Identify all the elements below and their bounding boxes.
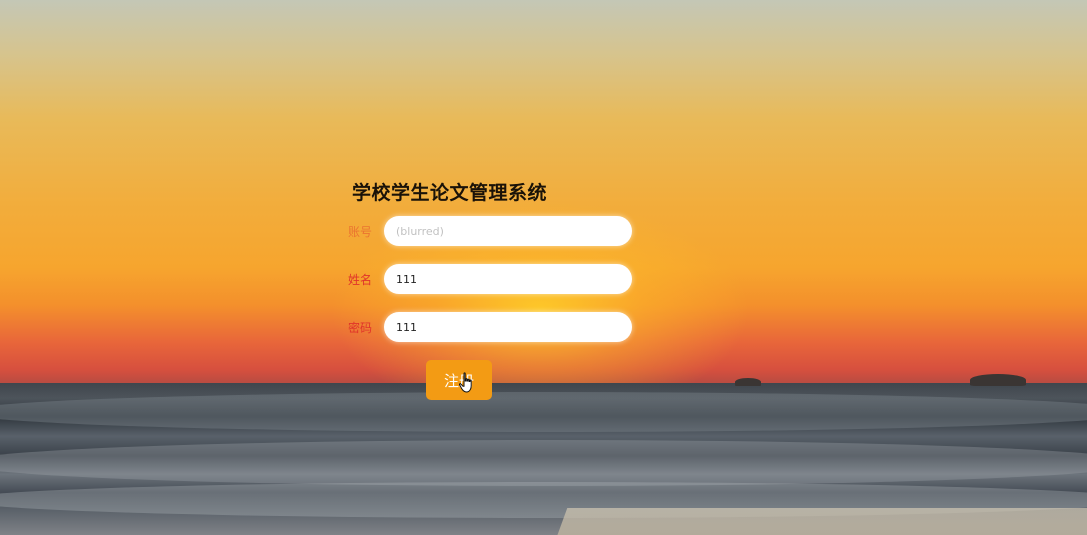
rock [735, 378, 761, 386]
page-title: 学校学生论文管理系统 [352, 182, 548, 204]
password-row: 密码 [340, 312, 640, 342]
name-label: 姓名 [348, 273, 373, 287]
sand [552, 508, 1087, 535]
account-label: 账号 [348, 225, 373, 239]
name-input[interactable] [384, 264, 632, 294]
background-scene: 学校学生论文管理系统 账号 姓名 密码 注册 [0, 0, 1087, 535]
password-input[interactable] [384, 312, 632, 342]
account-input[interactable] [384, 216, 632, 246]
wave [0, 440, 1087, 486]
name-row: 姓名 [340, 264, 640, 294]
wave [0, 392, 1087, 432]
hand-pointer-icon [459, 372, 472, 393]
password-label: 密码 [348, 321, 373, 335]
rock [970, 374, 1026, 386]
account-row: 账号 [340, 216, 640, 246]
